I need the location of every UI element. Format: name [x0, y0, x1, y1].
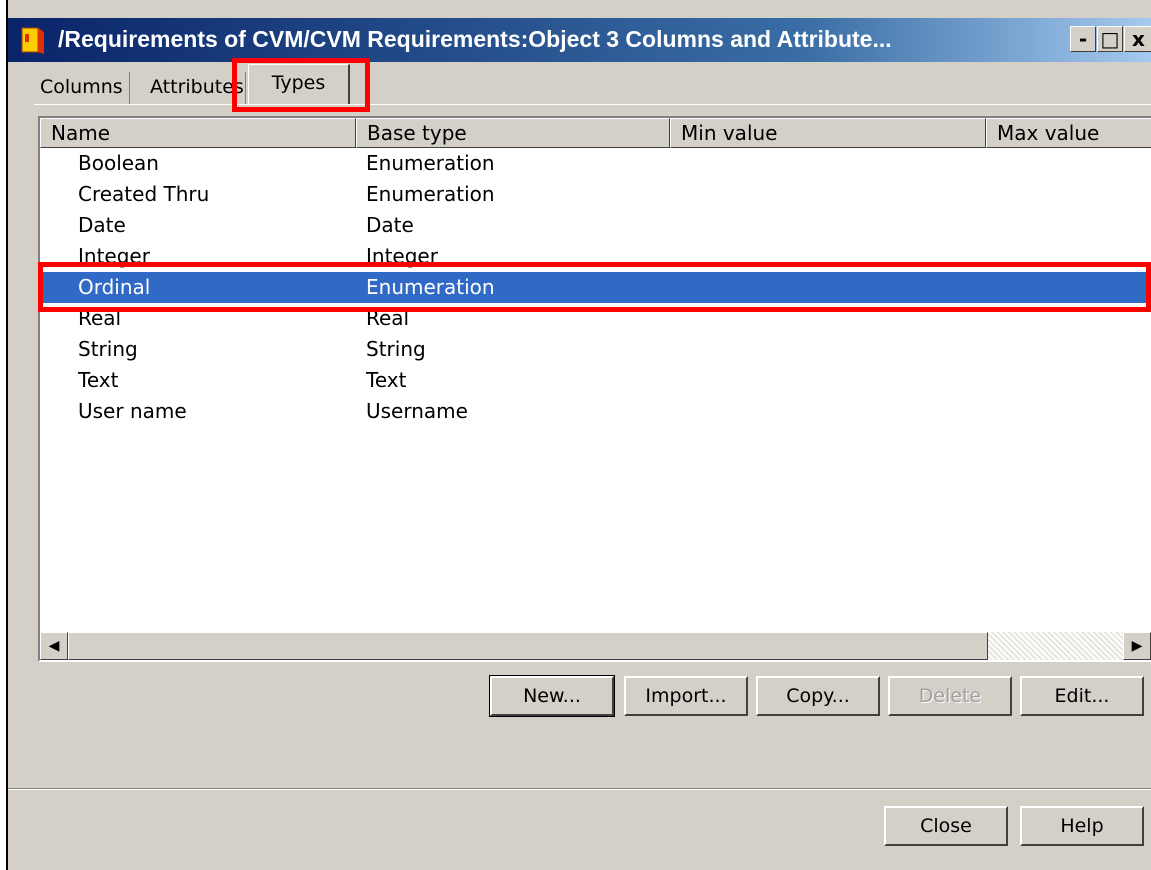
list-item[interactable]: Integer Integer: [40, 241, 1151, 272]
type-base: Date: [366, 213, 414, 237]
type-name: Ordinal: [78, 275, 151, 299]
list-item[interactable]: User name Username: [40, 396, 1151, 427]
column-header-base-type[interactable]: Base type: [356, 118, 670, 148]
column-header-max-value[interactable]: Max value: [986, 118, 1151, 148]
column-header-name[interactable]: Name: [40, 118, 356, 148]
types-list[interactable]: Name Base type Min value Max value Boole…: [38, 116, 1151, 662]
type-name: Real: [78, 306, 122, 330]
list-item-selected[interactable]: Ordinal Enumeration: [40, 272, 1151, 303]
window-title: /Requirements of CVM/CVM Requirements:Ob…: [58, 26, 892, 52]
doors-app-icon: [21, 27, 44, 54]
tab-columns[interactable]: Columns: [34, 72, 130, 104]
list-item[interactable]: Date Date: [40, 210, 1151, 241]
tab-strip-border: [34, 104, 1151, 105]
scroll-right-icon[interactable]: ▶: [1123, 632, 1151, 660]
type-name: User name: [78, 399, 187, 423]
footer-divider: [8, 788, 1151, 790]
type-base: Text: [366, 368, 407, 392]
list-item[interactable]: Real Real: [40, 303, 1151, 334]
new-button[interactable]: New...: [489, 675, 615, 717]
type-base: String: [366, 337, 426, 361]
type-base: Integer: [366, 244, 438, 268]
type-base: Enumeration: [366, 275, 495, 299]
list-rows: Boolean Enumeration Created Thru Enumerati…: [40, 148, 1151, 427]
horizontal-scrollbar[interactable]: ◀ ▶: [40, 632, 1151, 660]
type-base: Real: [366, 306, 410, 330]
type-name: Boolean: [78, 151, 159, 175]
close-window-button[interactable]: x: [1124, 26, 1151, 52]
type-base: Enumeration: [366, 182, 495, 206]
copy-button[interactable]: Copy...: [756, 676, 880, 716]
type-base: Username: [366, 399, 468, 423]
list-item[interactable]: Text Text: [40, 365, 1151, 396]
type-name: Integer: [78, 244, 150, 268]
list-item[interactable]: Boolean Enumeration: [40, 148, 1151, 179]
type-name: Created Thru: [78, 182, 210, 206]
edit-button[interactable]: Edit...: [1020, 676, 1144, 716]
tab-attributes[interactable]: Attributes: [144, 72, 246, 104]
type-name: Text: [78, 368, 119, 392]
type-base: Enumeration: [366, 151, 495, 175]
type-name: Date: [78, 213, 126, 237]
column-header-min-value[interactable]: Min value: [670, 118, 986, 148]
list-item[interactable]: Created Thru Enumeration: [40, 179, 1151, 210]
scrollbar-thumb[interactable]: [68, 632, 988, 660]
close-button[interactable]: Close: [884, 806, 1008, 846]
import-button[interactable]: Import...: [624, 676, 748, 716]
dialog-window: /Requirements of CVM/CVM Requirements:Ob…: [6, 0, 1151, 870]
minimize-button[interactable]: -: [1070, 26, 1096, 52]
delete-button[interactable]: Delete: [888, 676, 1012, 716]
list-item[interactable]: String String: [40, 334, 1151, 365]
help-button[interactable]: Help: [1020, 806, 1144, 846]
maximize-button[interactable]: □: [1097, 26, 1123, 52]
type-name: String: [78, 337, 138, 361]
tab-types[interactable]: Types: [248, 64, 350, 104]
scroll-left-icon[interactable]: ◀: [40, 632, 68, 660]
list-header: Name Base type Min value Max value: [40, 118, 1151, 148]
title-bar[interactable]: /Requirements of CVM/CVM Requirements:Ob…: [8, 18, 1151, 62]
